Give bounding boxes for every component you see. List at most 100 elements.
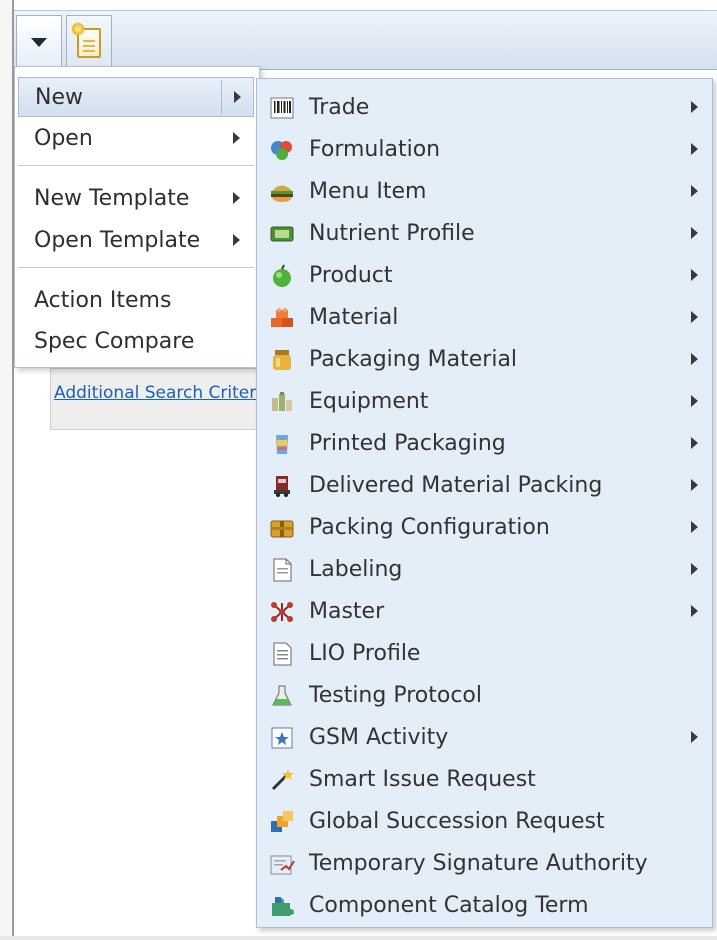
magic-wand-icon xyxy=(269,768,295,792)
chevron-right-icon xyxy=(233,132,240,144)
menu-item-label: New Template xyxy=(34,185,190,211)
window-left-border xyxy=(0,0,14,940)
label-document-icon xyxy=(269,558,295,582)
bricks-icon xyxy=(269,306,295,330)
primary-menu: New Open New Template Open Template Acti… xyxy=(14,66,260,368)
box-icon xyxy=(269,516,295,540)
chevron-right-icon xyxy=(691,269,698,281)
submenu-item-equipment[interactable]: Equipment xyxy=(263,381,703,421)
succession-icon xyxy=(269,810,295,834)
menu-item-new[interactable]: New xyxy=(18,77,254,117)
menu-divider xyxy=(18,165,254,166)
chevron-right-icon xyxy=(691,227,698,239)
submenu-item-global-succession-request[interactable]: Global Succession Request xyxy=(263,801,703,841)
chevron-right-icon xyxy=(233,234,240,246)
submenu-item-label: Testing Protocol xyxy=(309,682,482,708)
document-lines-icon xyxy=(269,642,295,666)
menu-item-new-template[interactable]: New Template xyxy=(18,178,254,218)
burger-icon xyxy=(269,180,295,204)
submenu-item-delivered-material-packing[interactable]: Delivered Material Packing xyxy=(263,465,703,505)
submenu-item-label: Formulation xyxy=(309,136,441,162)
submenu-item-label: Nutrient Profile xyxy=(309,220,475,246)
chevron-right-icon xyxy=(233,192,240,204)
menu-item-open[interactable]: Open xyxy=(18,118,254,158)
submenu-item-smart-issue-request[interactable]: Smart Issue Request xyxy=(263,759,703,799)
submenu-item-label: Labeling xyxy=(309,556,403,582)
chevron-right-icon xyxy=(691,521,698,533)
submenu-item-packing-configuration[interactable]: Packing Configuration xyxy=(263,507,703,547)
puzzle-icon xyxy=(269,894,295,918)
submenu-item-printed-packaging[interactable]: Printed Packaging xyxy=(263,423,703,463)
submenu-item-formulation[interactable]: Formulation xyxy=(263,129,703,169)
chevron-right-icon xyxy=(691,605,698,617)
menu-item-label: Open xyxy=(34,125,93,151)
formulation-icon xyxy=(269,138,295,162)
submenu-item-component-catalog-term[interactable]: Component Catalog Term xyxy=(263,885,703,925)
star-document-icon xyxy=(269,726,295,750)
submenu-item-label: Delivered Material Packing xyxy=(309,472,603,498)
jar-icon xyxy=(269,348,295,372)
chevron-right-icon xyxy=(691,143,698,155)
submenu-item-master[interactable]: Master xyxy=(263,591,703,631)
truck-icon xyxy=(269,474,295,498)
chevron-right-icon xyxy=(691,437,698,449)
submenu-item-label: Menu Item xyxy=(309,178,427,204)
additional-search-criteria-link[interactable]: Additional Search Criteria xyxy=(54,383,259,403)
submenu-item-label: Trade xyxy=(309,94,370,120)
chevron-right-icon xyxy=(691,101,698,113)
submenu-item-label: LIO Profile xyxy=(309,640,421,666)
flask-icon xyxy=(269,684,295,708)
barcode-icon xyxy=(269,96,295,120)
submenu-item-gsm-activity[interactable]: GSM Activity xyxy=(263,717,703,757)
submenu-item-packaging-material[interactable]: Packaging Material xyxy=(263,339,703,379)
menu-divider xyxy=(18,267,254,268)
submenu-item-label: Product xyxy=(309,262,393,288)
submenu-item-temporary-signature-authority[interactable]: Temporary Signature Authority xyxy=(263,843,703,883)
submenu-item-label: Global Succession Request xyxy=(309,808,605,834)
submenu-item-label: Temporary Signature Authority xyxy=(309,850,648,876)
new-document-icon xyxy=(71,21,101,58)
menu-item-label: New xyxy=(35,84,83,110)
submenu-item-trade[interactable]: Trade xyxy=(263,87,703,127)
submenu-item-lio-profile[interactable]: LIO Profile xyxy=(263,633,703,673)
submenu-item-label: Master xyxy=(309,598,385,624)
submenu-item-testing-protocol[interactable]: Testing Protocol xyxy=(263,675,703,715)
new-submenu: Trade Formulation Menu Item Nutrient Pro… xyxy=(256,78,713,928)
dropdown-button[interactable] xyxy=(16,15,62,69)
signature-icon xyxy=(269,852,295,876)
chevron-right-icon xyxy=(691,311,698,323)
submenu-item-label: GSM Activity xyxy=(309,724,449,750)
submenu-item-label: Material xyxy=(309,304,399,330)
window-bottom-border xyxy=(0,936,717,940)
submenu-item-label: Packing Configuration xyxy=(309,514,550,540)
menu-item-label: Spec Compare xyxy=(34,328,195,354)
chevron-right-icon xyxy=(691,353,698,365)
menu-item-action-items[interactable]: Action Items xyxy=(18,280,254,320)
submenu-item-nutrient-profile[interactable]: Nutrient Profile xyxy=(263,213,703,253)
submenu-item-labeling[interactable]: Labeling xyxy=(263,549,703,589)
submenu-item-label: Equipment xyxy=(309,388,429,414)
menu-item-open-template[interactable]: Open Template xyxy=(18,220,254,260)
menu-item-label: Action Items xyxy=(34,287,172,313)
submenu-item-label: Packaging Material xyxy=(309,346,518,372)
submenu-item-label: Smart Issue Request xyxy=(309,766,536,792)
equipment-icon xyxy=(269,390,295,414)
nutrient-profile-icon xyxy=(269,222,295,246)
chevron-right-icon xyxy=(691,731,698,743)
new-document-button[interactable] xyxy=(66,15,112,69)
chevron-right-icon xyxy=(691,563,698,575)
submenu-item-product[interactable]: Product xyxy=(263,255,703,295)
chevron-right-icon xyxy=(234,91,241,103)
master-molecule-icon xyxy=(269,600,295,624)
submenu-item-menu-item[interactable]: Menu Item xyxy=(263,171,703,211)
menu-item-spec-compare[interactable]: Spec Compare xyxy=(18,321,254,361)
toolbar xyxy=(14,10,717,70)
menu-item-label: Open Template xyxy=(34,227,201,253)
apple-icon xyxy=(269,264,295,288)
chevron-right-icon xyxy=(691,479,698,491)
submenu-item-material[interactable]: Material xyxy=(263,297,703,337)
chevron-right-icon xyxy=(691,395,698,407)
submenu-item-label: Printed Packaging xyxy=(309,430,506,456)
caret-down-icon xyxy=(31,38,47,47)
submenu-item-label: Component Catalog Term xyxy=(309,892,589,918)
